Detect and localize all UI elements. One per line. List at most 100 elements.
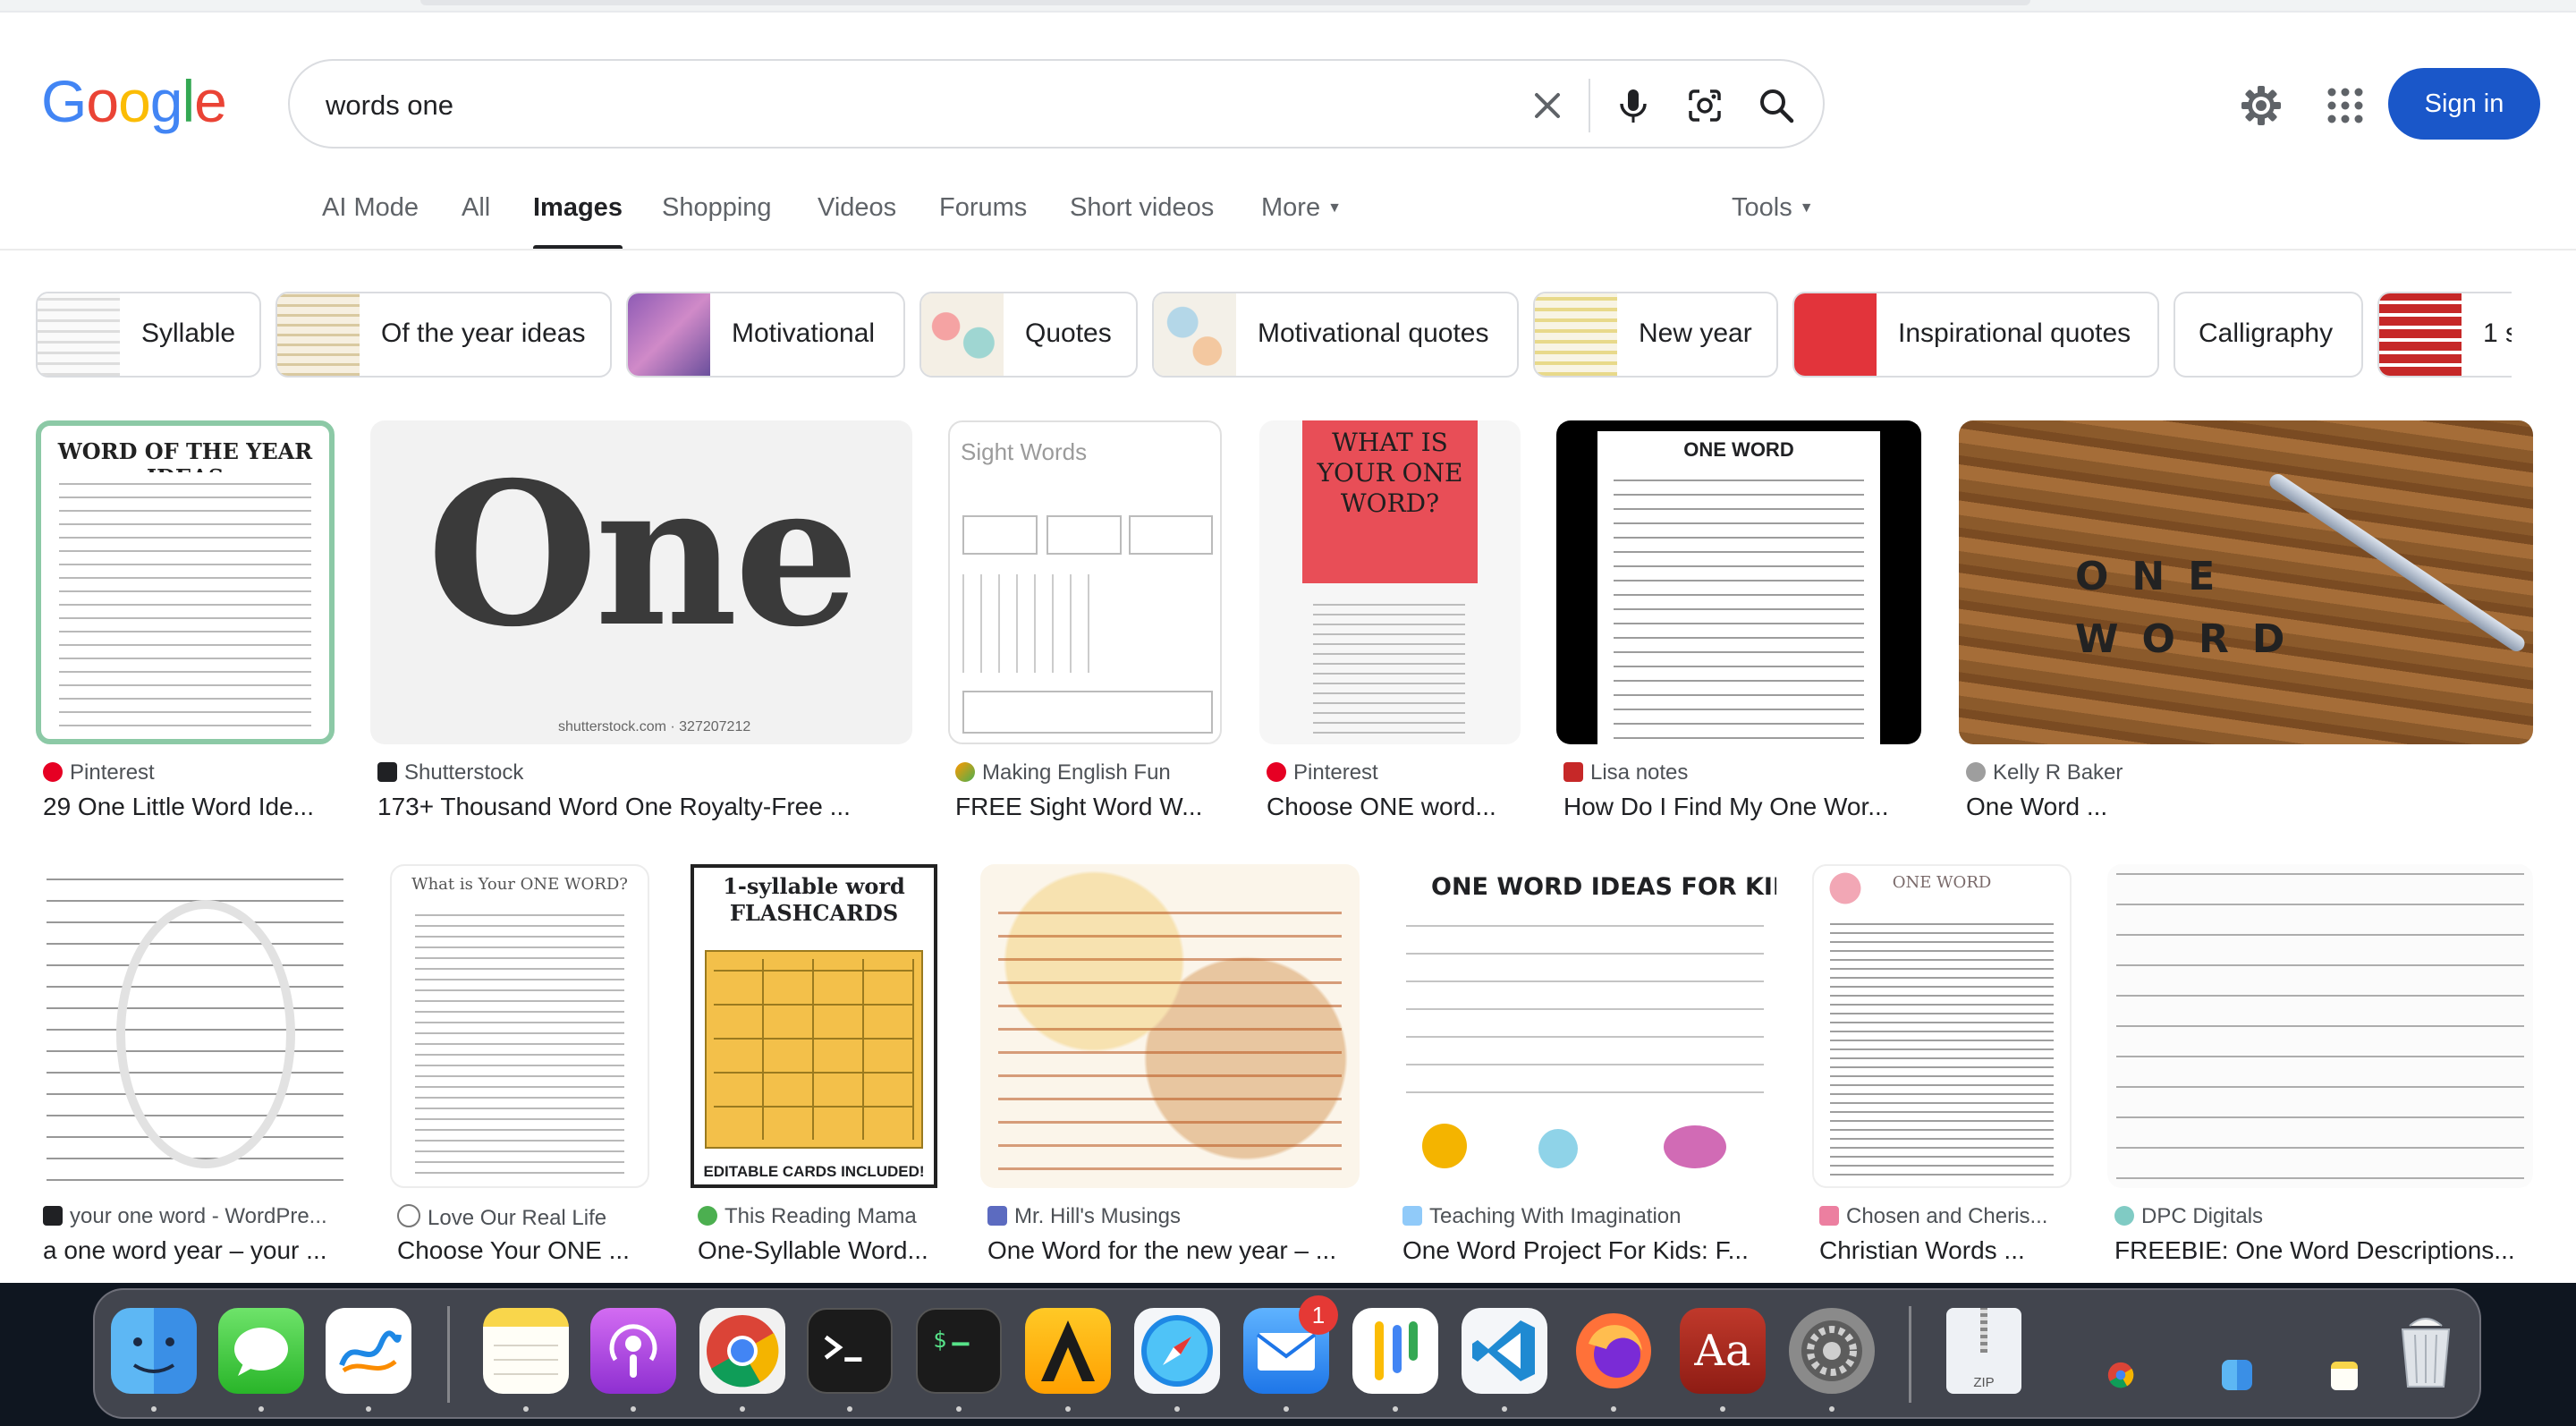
image-result[interactable]: Sight Words Making English Fun FREE Sigh… (948, 420, 1222, 823)
word-list-graphic (1406, 914, 1764, 1093)
chip-inspirational-quotes[interactable]: Inspirational quotes (1792, 292, 2159, 378)
result-title[interactable]: One Word ... (1966, 793, 2529, 821)
chip-of-the-year-ideas[interactable]: Of the year ideas (275, 292, 612, 378)
vscode-icon[interactable] (1462, 1308, 1547, 1394)
chrome-recent-icon[interactable] (2106, 1360, 2136, 1390)
result-title[interactable]: FREE Sight Word W... (955, 793, 1224, 821)
settings-gear-icon[interactable] (2240, 84, 2283, 127)
result-title[interactable]: FREEBIE: One Word Descriptions... (2114, 1236, 2535, 1265)
image-watermark: shutterstock.com · 327207212 (558, 719, 751, 734)
notes-icon[interactable] (483, 1308, 569, 1394)
dock-separator (1909, 1306, 1911, 1403)
image-result[interactable]: your one word - WordPre... a one word ye… (36, 864, 354, 1267)
tools-button[interactable]: Tools ▼ (1732, 193, 1814, 223)
dictionary-icon[interactable]: Aa (1680, 1308, 1766, 1394)
result-title[interactable]: Choose ONE word... (1267, 793, 1526, 821)
chip-thumbnail (1794, 293, 1877, 376)
terminal-icon[interactable] (807, 1308, 893, 1394)
chip-thumbnail (1535, 293, 1617, 376)
result-source: Kelly R Baker (1966, 760, 2529, 785)
finder-icon[interactable] (111, 1308, 197, 1394)
worksheet-box (1046, 515, 1122, 555)
chrome-icon[interactable] (699, 1308, 785, 1394)
image-result[interactable]: ONE WORD Kelly R Baker One Word ... (1959, 420, 2533, 823)
chip-motivational[interactable]: Motivational (626, 292, 905, 378)
result-title[interactable]: 29 One Little Word Ide... (43, 793, 338, 821)
chip-label: Motivational (732, 318, 876, 348)
result-title[interactable]: Choose Your ONE ... (397, 1236, 657, 1265)
result-title[interactable]: One Word for the new year – ... (987, 1236, 1363, 1265)
chip-thumbnail (628, 293, 710, 376)
chip-thumbnail (2379, 293, 2462, 376)
result-title[interactable]: One-Syllable Word... (698, 1236, 939, 1265)
result-title[interactable]: a one word year – your ... (43, 1236, 356, 1265)
chip-label: Quotes (1025, 318, 1112, 348)
chip-new-year[interactable]: New year (1533, 292, 1778, 378)
image-result[interactable]: One shutterstock.com · 327207212 Shutter… (370, 420, 912, 823)
result-title[interactable]: How Do I Find My One Wor... (1563, 793, 1921, 821)
lens-camera-icon[interactable] (1685, 86, 1724, 125)
google-logo[interactable]: Google (41, 72, 227, 131)
image-caption: ONE WORD (1683, 438, 1794, 461)
messages-icon[interactable] (218, 1308, 304, 1394)
chip-calligraphy[interactable]: Calligraphy (2174, 292, 2363, 378)
search-box[interactable] (288, 59, 1825, 149)
result-source: DPC Digitals (2114, 1204, 2535, 1229)
zip-label: ZIP (1973, 1375, 1995, 1390)
vectorize-app-icon[interactable] (1025, 1308, 1111, 1394)
result-image: One shutterstock.com · 327207212 (370, 420, 912, 744)
flashcard-grid (705, 950, 923, 1149)
firefox-icon[interactable] (1571, 1308, 1657, 1394)
result-image: ONE WORD IDEAS FOR KID (1395, 864, 1776, 1188)
microphone-icon[interactable] (1614, 86, 1653, 125)
image-result[interactable]: WHAT IS YOUR ONE WORD? Pinterest Choose … (1259, 420, 1521, 823)
result-title[interactable]: Christian Words ... (1819, 1236, 2079, 1265)
worksheet-box (962, 691, 1213, 734)
image-caption: Sight Words (961, 438, 1088, 465)
notes-recent-icon[interactable] (2331, 1362, 2358, 1390)
dictionary-glyph: Aa (1694, 1326, 1751, 1376)
image-result[interactable]: DPC Digitals FREEBIE: One Word Descripti… (2107, 864, 2533, 1267)
finder-recent-icon[interactable] (2222, 1360, 2252, 1390)
freeform-icon[interactable] (326, 1308, 411, 1394)
tab-videos[interactable]: Videos (818, 193, 896, 223)
chip-motivational-quotes[interactable]: Motivational quotes (1152, 292, 1519, 378)
image-result[interactable]: Mr. Hill's Musings One Word for the new … (980, 864, 1360, 1267)
search-icon[interactable] (1757, 86, 1796, 125)
image-result[interactable]: 1-syllable word FLASHCARDS EDITABLE CARD… (691, 864, 937, 1267)
tab-forums[interactable]: Forums (939, 193, 1027, 223)
terminal-icon[interactable]: $ (916, 1308, 1002, 1394)
image-result[interactable]: ONE WORD IDEAS FOR KID Teaching With Ima… (1395, 864, 1776, 1267)
chip-syllable[interactable]: Syllable (36, 292, 261, 378)
tab-short-videos[interactable]: Short videos (1070, 193, 1214, 223)
trash-icon[interactable] (2383, 1308, 2469, 1394)
tab-shopping[interactable]: Shopping (662, 193, 772, 223)
search-input[interactable] (324, 82, 1490, 129)
running-indicator (151, 1406, 157, 1412)
chip-quotes[interactable]: Quotes (919, 292, 1138, 378)
tab-more[interactable]: More ▼ (1261, 193, 1342, 223)
chip-thumbnail (921, 293, 1004, 376)
chip-one-syllable[interactable]: 1 s (2377, 292, 2512, 378)
running-indicator (258, 1406, 264, 1412)
result-title[interactable]: One Word Project For Kids: F... (1402, 1236, 1778, 1265)
safari-icon[interactable] (1134, 1308, 1220, 1394)
system-settings-icon[interactable] (1789, 1308, 1875, 1394)
pinwheel-app-icon[interactable] (1352, 1308, 1438, 1394)
zip-archive-icon[interactable]: ZIP (1946, 1308, 2021, 1394)
google-apps-icon[interactable] (2326, 86, 2365, 125)
image-result[interactable]: WORD OF THE YEAR IDEAS Pinterest 29 One … (36, 420, 335, 823)
image-result[interactable]: What is Your ONE WORD? Love Our Real Lif… (390, 864, 649, 1267)
running-indicator (1829, 1406, 1835, 1412)
running-indicator (1174, 1406, 1180, 1412)
podcasts-icon[interactable] (590, 1308, 676, 1394)
tab-ai-mode[interactable]: AI Mode (322, 193, 419, 223)
image-result[interactable]: ONE WORD Lisa notes How Do I Find My One… (1556, 420, 1921, 823)
tab-images[interactable]: Images (533, 193, 623, 250)
clear-icon[interactable] (1528, 86, 1567, 125)
tab-all[interactable]: All (462, 193, 490, 223)
sign-in-button[interactable]: Sign in (2388, 68, 2540, 140)
result-source: Shutterstock (377, 760, 914, 785)
image-result[interactable]: ONE WORD Chosen and Cheris... Christian … (1812, 864, 2072, 1267)
result-title[interactable]: 173+ Thousand Word One Royalty-Free ... (377, 793, 914, 821)
